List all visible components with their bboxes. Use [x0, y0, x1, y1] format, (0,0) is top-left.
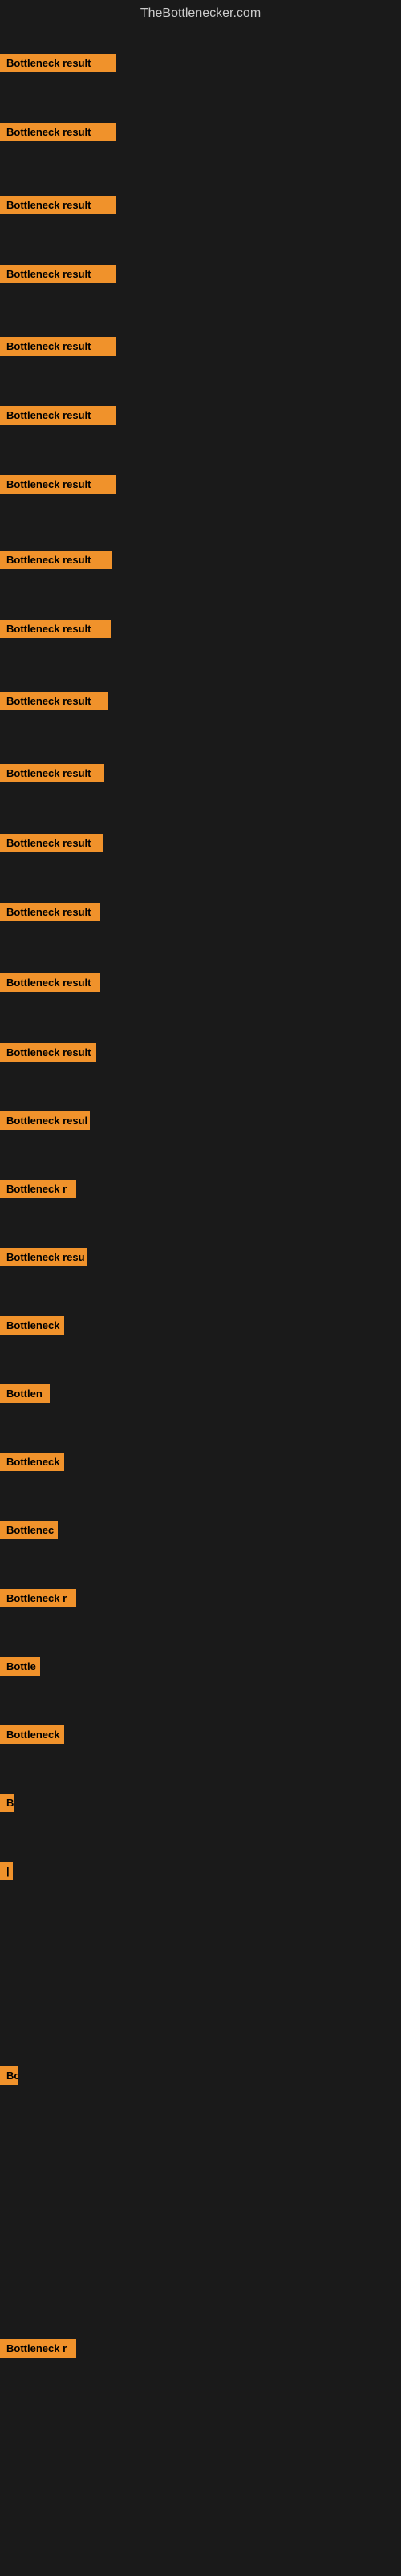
bottleneck-bar: Bottleneck r: [0, 2339, 76, 2358]
bottleneck-bar: Bottlen: [0, 1384, 50, 1403]
bottleneck-bar: Bottleneck result: [0, 764, 104, 782]
bottleneck-bar: Bottleneck r: [0, 1180, 76, 1198]
bottleneck-bar: Bottleneck: [0, 1316, 64, 1335]
bottleneck-bar: Bottleneck: [0, 1453, 64, 1471]
bottleneck-bar: Bottlenec: [0, 1521, 58, 1539]
bottleneck-bar: |: [0, 1862, 13, 1880]
bottleneck-bar: Bottleneck result: [0, 406, 116, 425]
bottleneck-bar: Bo: [0, 2066, 18, 2085]
bottleneck-bar: B: [0, 1794, 14, 1812]
bottleneck-bar: Bottleneck result: [0, 620, 111, 638]
bottleneck-bar: Bottleneck result: [0, 475, 116, 494]
site-title: TheBottlenecker.com: [0, 0, 401, 24]
bottleneck-bar: Bottleneck result: [0, 265, 116, 283]
bottleneck-bar: Bottleneck result: [0, 196, 116, 214]
bottleneck-bar: Bottleneck result: [0, 54, 116, 72]
bottleneck-bar: Bottleneck result: [0, 337, 116, 356]
bottleneck-bar: Bottleneck result: [0, 973, 100, 992]
bottleneck-bar: Bottle: [0, 1657, 40, 1676]
bottleneck-bar: Bottleneck result: [0, 903, 100, 921]
bottleneck-bar: Bottleneck result: [0, 1043, 96, 1062]
bottleneck-bar: Bottleneck result: [0, 551, 112, 569]
bottleneck-bar: Bottleneck result: [0, 123, 116, 141]
bottleneck-bar: Bottleneck result: [0, 692, 108, 710]
bottleneck-bar: Bottleneck resu: [0, 1248, 87, 1266]
bottleneck-bar: Bottleneck: [0, 1725, 64, 1744]
bottleneck-bar: Bottleneck result: [0, 834, 103, 852]
bottleneck-bar: Bottleneck resul: [0, 1111, 90, 1130]
bottleneck-bar: Bottleneck r: [0, 1589, 76, 1607]
